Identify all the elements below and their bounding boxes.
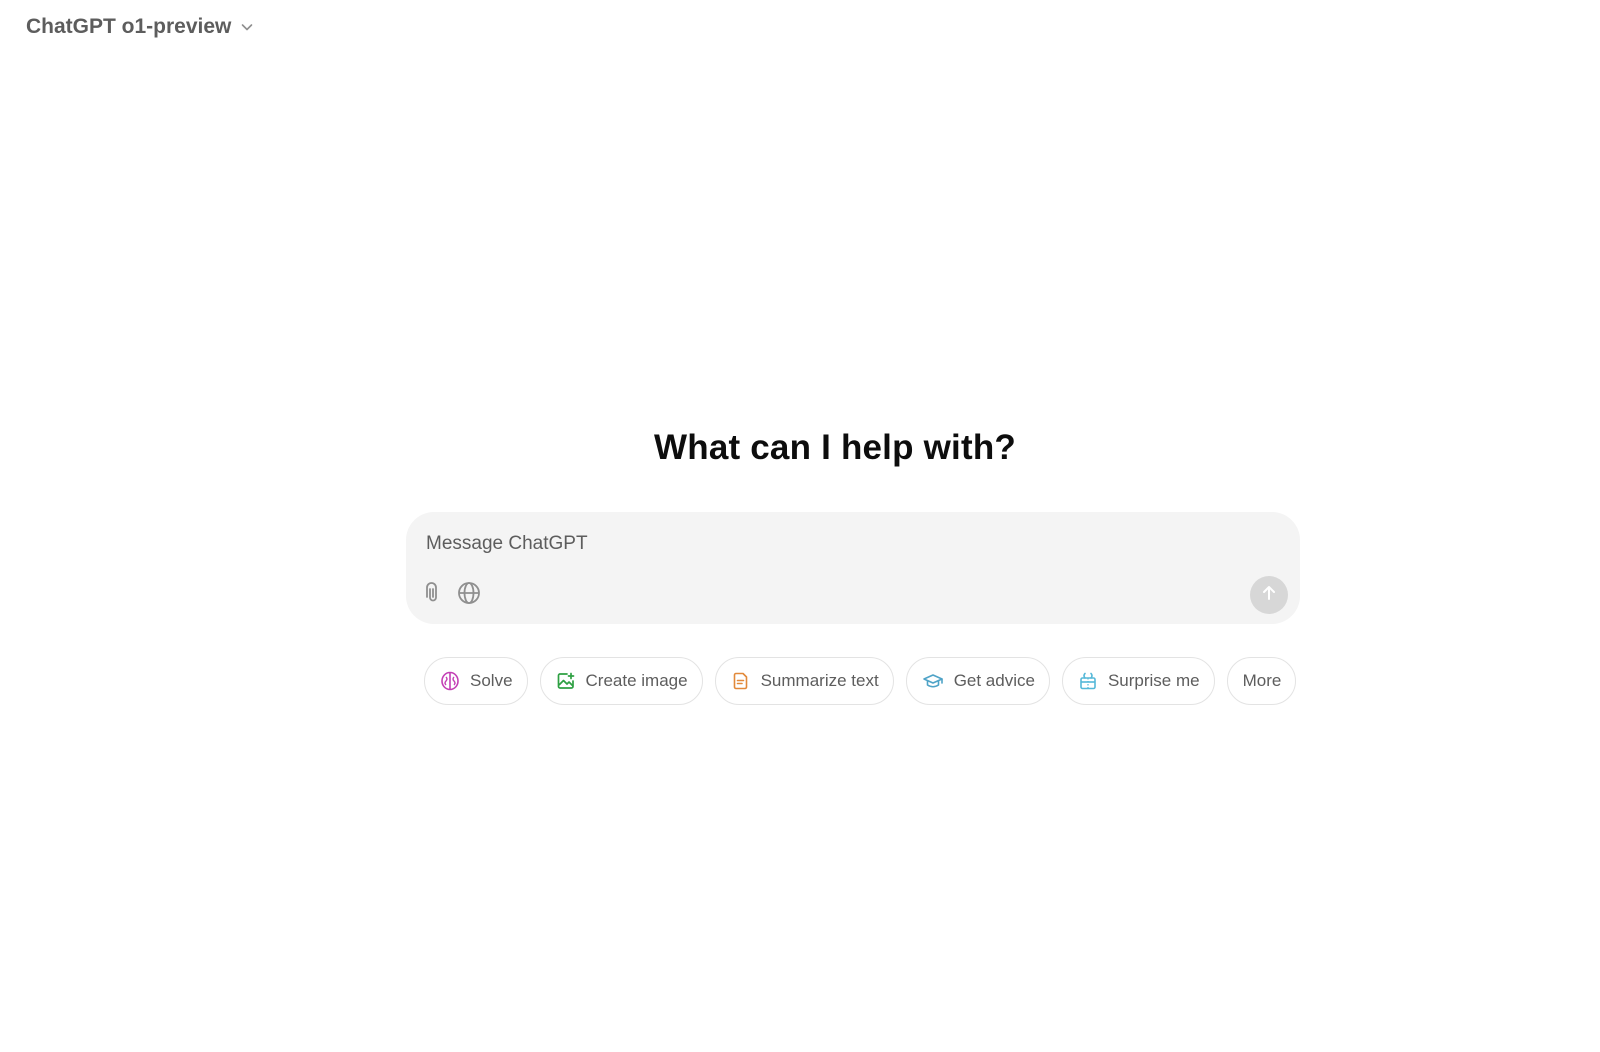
attach-button[interactable]	[416, 578, 450, 612]
suggestion-surprise-me[interactable]: Surprise me	[1061, 657, 1215, 705]
message-composer	[406, 512, 1300, 624]
suggestion-label: Summarize text	[760, 671, 879, 690]
suggestion-label: Get advice	[953, 671, 1035, 690]
suggestion-label: More	[1242, 671, 1282, 690]
gift-icon	[1078, 671, 1098, 691]
arrow-up-icon	[1259, 583, 1279, 608]
image-icon	[556, 671, 576, 691]
chatgpt-home: ChatGPT o1-preview What can I help with?	[0, 0, 1600, 1052]
model-switcher[interactable]: ChatGPT o1-preview	[14, 8, 267, 46]
web-search-button[interactable]	[452, 578, 486, 612]
brain-icon	[440, 671, 460, 691]
suggestion-label: Solve	[470, 671, 513, 690]
suggestion-create-image[interactable]: Create image	[539, 657, 703, 705]
document-icon	[731, 671, 751, 691]
chevron-down-icon	[239, 19, 255, 35]
suggestion-summarize-text[interactable]: Summarize text	[714, 657, 894, 705]
message-input[interactable]	[424, 526, 1268, 562]
globe-icon	[456, 580, 482, 611]
model-name: ChatGPT o1-preview	[26, 15, 232, 38]
paperclip-icon	[421, 581, 445, 610]
graduation-cap-icon	[922, 671, 944, 691]
page-title: What can I help with?	[654, 428, 1016, 467]
send-button[interactable]	[1250, 576, 1288, 614]
suggestion-label: Create image	[585, 671, 688, 690]
suggestion-chips: Solve Create image Summarize text Get ad…	[424, 657, 1297, 705]
suggestion-get-advice[interactable]: Get advice	[905, 657, 1050, 705]
suggestion-more[interactable]: More	[1226, 657, 1297, 705]
suggestion-label: Surprise me	[1107, 671, 1200, 690]
suggestion-solve[interactable]: Solve	[424, 657, 528, 705]
